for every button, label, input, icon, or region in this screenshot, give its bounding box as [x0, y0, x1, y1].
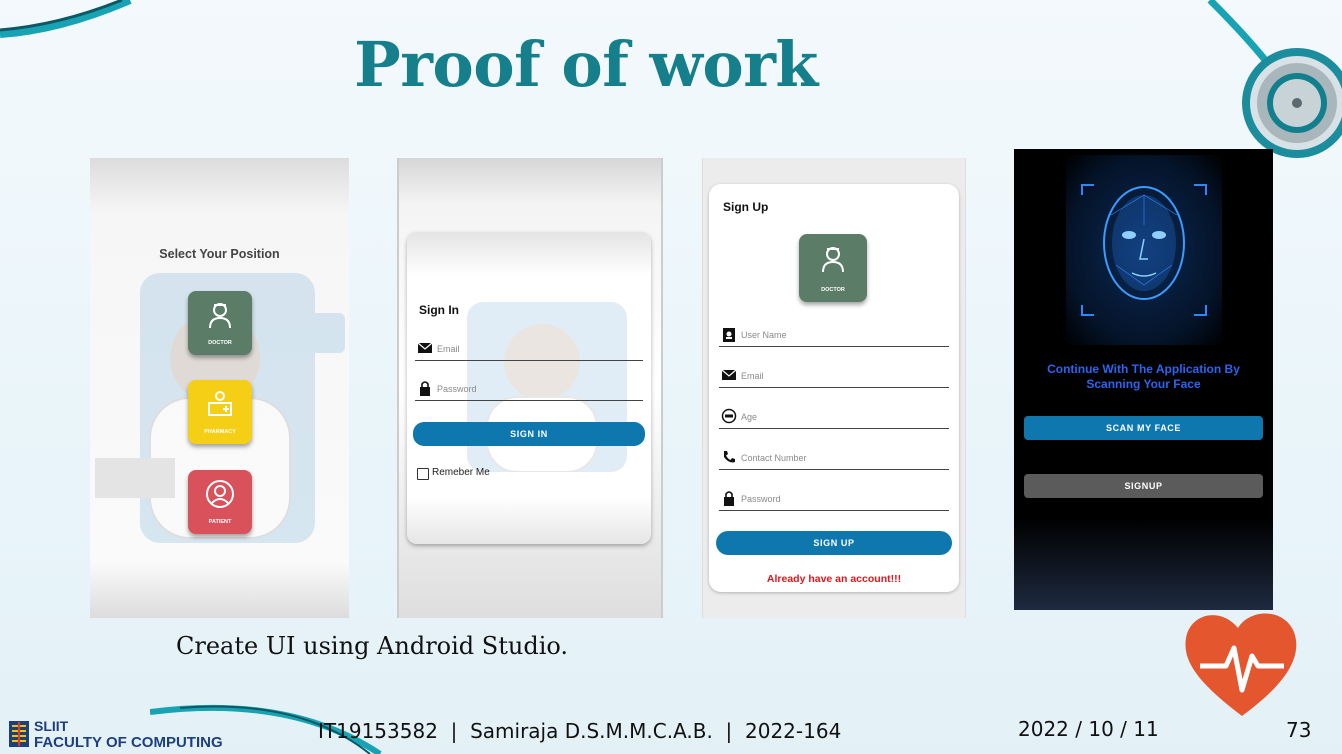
signup-email-field[interactable]: Email	[719, 367, 949, 388]
sign-in-button[interactable]: SIGN IN	[413, 422, 645, 446]
doctor-role-button[interactable]: DOCTOR	[188, 291, 252, 355]
scan-message-line2: Scanning Your Face	[1086, 377, 1201, 391]
phone-icon	[724, 451, 735, 463]
signin-heading: Sign In	[419, 303, 459, 317]
logo-line1: SLIIT	[34, 718, 69, 734]
signup-card: Sign Up DOCTOR User Name Email Age Conta…	[709, 184, 959, 592]
logo-line2: FACULTY OF COMPUTING	[34, 734, 223, 751]
doctor-icon	[209, 303, 231, 329]
pharmacy-role-button[interactable]: PHARMACY	[188, 380, 252, 444]
username-field[interactable]: User Name	[719, 326, 949, 347]
remember-me-checkbox[interactable]	[417, 468, 429, 480]
lock-icon	[420, 381, 430, 396]
scan-message: Continue With The Application By Scannin…	[1014, 362, 1273, 392]
sliit-crest-icon	[9, 721, 29, 747]
sign-up-button[interactable]: SIGN UP	[716, 531, 952, 555]
mail-icon	[417, 342, 433, 353]
selected-role-label: DOCTOR	[821, 287, 845, 293]
password-placeholder: Password	[437, 384, 477, 394]
face-scan-screen: Continue With The Application By Scannin…	[1014, 149, 1273, 610]
lock-icon	[724, 491, 734, 506]
scan-my-face-button[interactable]: SCAN MY FACE	[1024, 416, 1263, 440]
patient-role-button[interactable]: PATIENT	[188, 470, 252, 534]
doctor-icon	[822, 247, 844, 273]
face-scan-image	[1066, 155, 1222, 345]
page-number: 73	[1286, 718, 1312, 742]
signin-screen: Sign In Email Password SIGN IN Remeber M…	[397, 158, 663, 618]
footer-student-id: IT19153582 | Samiraja D.S.M.M.C.A.B. | 2…	[318, 719, 842, 743]
pharmacy-icon	[208, 391, 232, 416]
pharmacy-role-label: PHARMACY	[204, 429, 236, 435]
position-screen: Select Your Position DOCTOR PHARMACY PAT…	[90, 158, 349, 618]
doctor-role-label: DOCTOR	[208, 340, 232, 346]
patient-role-label: PATIENT	[208, 519, 232, 525]
footer-date: 2022 / 10 / 11	[1018, 717, 1159, 741]
signup-password-field[interactable]: Password	[719, 490, 949, 511]
signup-heading: Sign Up	[723, 200, 769, 214]
heart-icon	[1185, 613, 1297, 716]
remember-me-label: Remeber Me	[432, 467, 490, 478]
face-signup-button[interactable]: SIGNUP	[1024, 474, 1263, 498]
id-badge-icon	[723, 328, 735, 342]
position-heading: Select Your Position	[159, 247, 280, 261]
contact-number-field[interactable]: Contact Number	[719, 449, 949, 470]
scan-message-line1: Continue With The Application By	[1047, 362, 1240, 376]
patient-icon	[206, 480, 234, 508]
selected-role-badge: DOCTOR	[799, 234, 867, 302]
signin-password-field[interactable]: Password	[415, 380, 643, 401]
face-scan-icon	[1081, 184, 1207, 316]
mail-icon	[721, 369, 737, 380]
age-field[interactable]: Age	[719, 408, 949, 429]
signin-card: Sign In Email Password SIGN IN Remeber M…	[407, 232, 651, 544]
password-placeholder: Password	[741, 494, 781, 504]
email-placeholder: Email	[437, 344, 460, 354]
email-placeholder: Email	[741, 371, 764, 381]
age-icon	[721, 408, 737, 424]
already-have-account-link[interactable]: Already have an account!!!	[709, 573, 959, 585]
signup-screen: Sign Up DOCTOR User Name Email Age Conta…	[702, 158, 966, 618]
signin-email-field[interactable]: Email	[415, 340, 643, 361]
slide-title: Proof of work	[354, 28, 818, 101]
slide-caption: Create UI using Android Studio.	[176, 632, 569, 660]
age-placeholder: Age	[741, 412, 758, 422]
contact-placeholder: Contact Number	[741, 453, 807, 463]
username-placeholder: User Name	[741, 330, 787, 340]
